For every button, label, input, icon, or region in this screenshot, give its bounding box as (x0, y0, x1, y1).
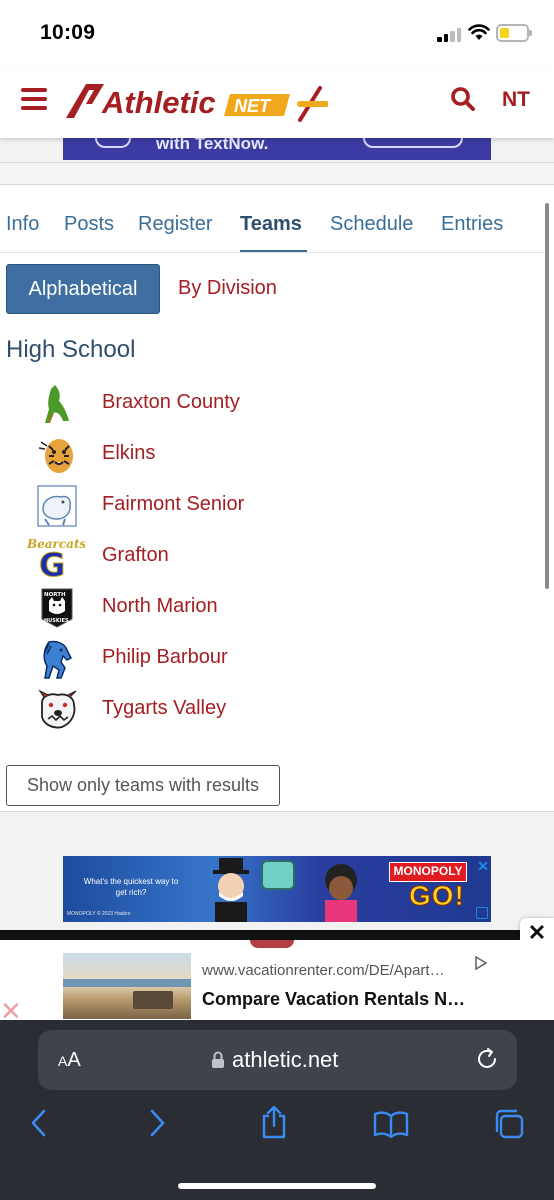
meet-content-card: Info Posts Register Teams Schedule Entri… (0, 184, 554, 812)
svg-text:NORTH: NORTH (44, 592, 66, 598)
section-title: High School (6, 336, 136, 363)
alphabetical-button[interactable]: Alphabetical (6, 264, 160, 314)
menu-icon[interactable] (21, 88, 47, 110)
braxton-logo-icon (30, 382, 84, 426)
ad-area: What's the quickest way to get rich? MON… (0, 812, 554, 930)
team-row[interactable]: Tygarts Valley (0, 688, 540, 739)
polar-bear-logo-icon (30, 484, 84, 528)
search-icon[interactable] (450, 86, 476, 112)
athletic-net-logo[interactable]: Athletic NET (64, 80, 328, 124)
user-account-button[interactable]: NT (502, 88, 530, 112)
site-header: Athletic NET NT (0, 66, 554, 138)
forward-icon[interactable] (146, 1108, 168, 1138)
status-time: 10:09 (40, 21, 96, 44)
ad-tagline: What's the quickest way to get rich? (83, 877, 179, 897)
bulldog-logo-icon (30, 688, 84, 732)
team-name[interactable]: Tygarts Valley (102, 697, 226, 720)
url-domain[interactable]: athletic.net (232, 1047, 338, 1073)
text-size-button[interactable]: AA (58, 1049, 81, 1072)
adchoices-play-icon[interactable] (474, 956, 488, 970)
logo-net-text: NET (234, 96, 272, 116)
logo-text: Athletic (101, 85, 216, 120)
team-row[interactable]: Fairmont Senior (0, 484, 540, 535)
ad-headline[interactable]: Compare Vacation Rentals N… (202, 989, 465, 1010)
active-tab-indicator (240, 250, 307, 252)
team-name[interactable]: Fairmont Senior (102, 493, 244, 516)
back-icon[interactable] (28, 1108, 50, 1138)
team-name[interactable]: Philip Barbour (102, 646, 228, 669)
team-name[interactable]: Grafton (102, 544, 169, 567)
home-indicator[interactable] (178, 1183, 376, 1189)
vacation-rental-thumbnail[interactable] (63, 953, 191, 1019)
adchoices-icon[interactable] (476, 907, 488, 919)
go-logo-text: GO! (409, 880, 465, 912)
ad-url[interactable]: www.vacationrenter.com/DE/Apart… (202, 962, 445, 979)
top-ad-strip: with TextNow. (0, 138, 554, 162)
tab-register[interactable]: Register (138, 213, 212, 236)
safari-toolbar: AA athletic.net (0, 1020, 554, 1200)
bearcats-g-logo-icon: Bearcats G (24, 535, 86, 579)
sticky-ad[interactable]: ✕ www.vacationrenter.com/DE/Apart… Compa… (0, 940, 554, 1026)
show-teams-with-results-button[interactable]: Show only teams with results (6, 765, 280, 806)
team-row[interactable]: Philip Barbour (0, 637, 540, 688)
textnow-ad-banner[interactable]: with TextNow. (63, 138, 491, 160)
team-row[interactable]: Braxton County (0, 382, 540, 433)
section-divider (0, 162, 554, 184)
svg-text:HUSKIES: HUSKIES (44, 618, 69, 624)
athletic-net-tab-icon (250, 940, 294, 948)
tab-info[interactable]: Info (6, 213, 39, 236)
lock-icon (212, 1051, 224, 1068)
team-name[interactable]: Braxton County (102, 391, 240, 414)
mr-monopoly-illustration (213, 858, 249, 922)
tabs-icon[interactable] (493, 1108, 525, 1140)
bookmarks-icon[interactable] (373, 1110, 409, 1138)
share-icon[interactable] (259, 1104, 289, 1140)
scrollbar[interactable] (545, 203, 549, 589)
meet-tabs: Info Posts Register Teams Schedule Entri… (0, 203, 544, 253)
tab-schedule[interactable]: Schedule (330, 213, 413, 236)
huskies-logo-icon: NORTH HUSKIES (30, 586, 84, 630)
wifi-icon (468, 24, 490, 40)
tiger-logo-icon (30, 433, 84, 477)
cellular-signal-icon (437, 28, 463, 42)
close-icon[interactable]: ✕ (477, 858, 489, 875)
tab-posts[interactable]: Posts (64, 213, 114, 236)
status-bar: 10:09 (0, 0, 554, 66)
robot-character-illustration (261, 860, 295, 890)
sticky-ad-border (0, 930, 520, 940)
character-illustration (325, 864, 357, 922)
address-bar[interactable]: AA athletic.net (38, 1030, 517, 1090)
reload-icon[interactable] (475, 1047, 499, 1071)
team-row[interactable]: Bearcats G Grafton (0, 535, 540, 586)
team-row[interactable]: Elkins (0, 433, 540, 484)
svg-text:G: G (39, 546, 65, 578)
tab-entries[interactable]: Entries (441, 213, 503, 236)
monopoly-logo: MONOPOLY (389, 862, 467, 882)
team-name[interactable]: Elkins (102, 442, 155, 465)
team-row[interactable]: NORTH HUSKIES North Marion (0, 586, 540, 637)
by-division-button[interactable]: By Division (178, 277, 277, 300)
battery-icon (496, 24, 532, 42)
monopoly-go-ad[interactable]: What's the quickest way to get rich? MON… (63, 856, 491, 922)
ad-text: with TextNow. (156, 138, 269, 153)
tab-teams[interactable]: Teams (240, 213, 302, 236)
colt-logo-icon (30, 637, 84, 681)
team-name[interactable]: North Marion (102, 595, 218, 618)
ad-legal-text: MONOPOLY © 2023 Hasbro (67, 911, 131, 917)
